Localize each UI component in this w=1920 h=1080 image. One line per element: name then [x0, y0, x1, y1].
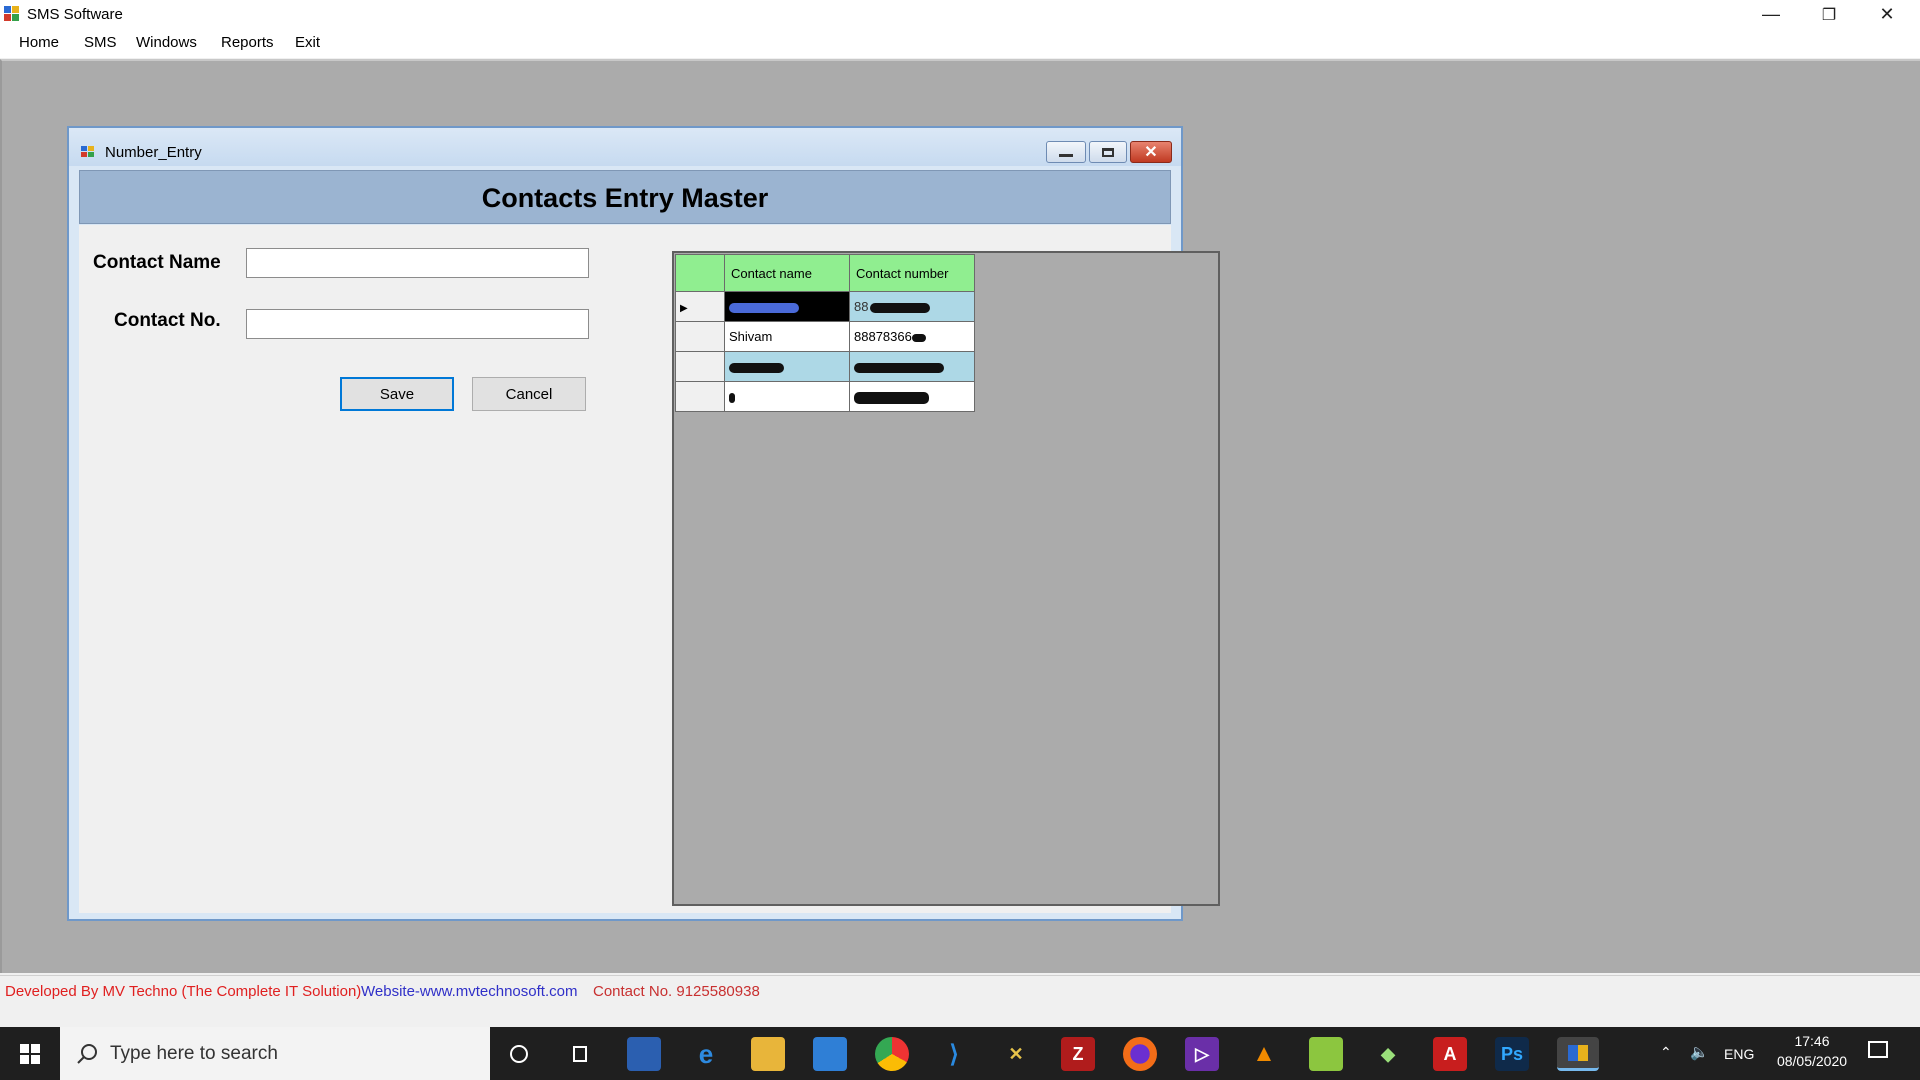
acrobat-icon[interactable]: A [1433, 1037, 1467, 1071]
number-entry-window: Number_Entry ✕ Contacts Entry Master Con… [67, 126, 1220, 921]
tools-icon[interactable]: ✕ [999, 1037, 1033, 1071]
taskbar: Type here to search e ⟩ ✕ Z ▷ ▲ ◆ A Ps ⌃… [0, 1027, 1920, 1080]
redacted-scribble [911, 333, 926, 342]
table-row[interactable] [675, 351, 975, 382]
chrome-icon[interactable] [875, 1037, 909, 1071]
window-title: SMS Software [27, 6, 123, 23]
row-header[interactable]: ▶ [675, 291, 725, 322]
developer-credit: Developed By MV Techno (The Complete IT … [5, 983, 362, 1000]
filezilla-icon[interactable]: Z [1061, 1037, 1095, 1071]
menu-windows[interactable]: Windows [136, 34, 197, 51]
notepadpp-icon[interactable] [1309, 1037, 1343, 1071]
menu-reports[interactable]: Reports [221, 34, 274, 51]
cell-contact-number[interactable] [849, 351, 975, 382]
mail-icon[interactable] [813, 1037, 847, 1071]
edge-icon[interactable]: e [689, 1037, 723, 1071]
visual-studio-icon[interactable]: ▷ [1185, 1037, 1219, 1071]
child-minimize-button[interactable] [1046, 141, 1086, 163]
store-icon[interactable] [627, 1037, 661, 1071]
table-row[interactable]: Shivam 88878366 [675, 321, 975, 352]
grid-corner-header [675, 254, 725, 292]
page-title: Contacts Entry Master [481, 182, 769, 213]
app-icon [4, 6, 20, 22]
restore-button[interactable]: ❐ [1800, 0, 1858, 29]
cell-contact-number[interactable]: 88878366 [849, 321, 975, 352]
cell-contact-name[interactable] [724, 381, 850, 412]
contact-name-label: Contact Name [93, 252, 221, 273]
cancel-button[interactable]: Cancel [472, 377, 586, 411]
redacted-scribble [870, 302, 931, 313]
task-view-icon[interactable] [563, 1037, 597, 1071]
save-button[interactable]: Save [340, 377, 454, 411]
menu-home[interactable]: Home [19, 34, 59, 51]
cell-contact-name[interactable] [724, 291, 850, 322]
row-header[interactable] [675, 381, 725, 412]
minimize-button[interactable]: — [1742, 0, 1800, 29]
cell-contact-number[interactable]: 88 [849, 291, 975, 322]
main-titlebar: SMS Software — ❐ ✕ [0, 0, 1920, 29]
cell-text: 88878366 [854, 329, 912, 344]
redacted-scribble [729, 302, 799, 313]
contacts-grid[interactable]: Contact name Contact number ▶ 88 Shivam … [672, 251, 1220, 906]
vlc-icon[interactable]: ▲ [1247, 1037, 1281, 1071]
contact-info: Contact No. 9125580938 [593, 983, 760, 1000]
cortana-icon[interactable] [502, 1037, 536, 1071]
cell-contact-name[interactable] [724, 351, 850, 382]
photoshop-icon[interactable]: Ps [1495, 1037, 1529, 1071]
cell-contact-number[interactable] [849, 381, 975, 412]
column-header-contact-name[interactable]: Contact name [724, 254, 850, 292]
child-window-icon [81, 146, 95, 158]
menu-bar: Home SMS Windows Reports Exit [0, 29, 1920, 58]
child-titlebar[interactable]: Number_Entry ✕ [69, 128, 1181, 166]
website-link[interactable]: Website-www.mvtechnosoft.com [361, 983, 577, 1000]
close-icon: ✕ [1144, 144, 1158, 161]
close-button[interactable]: ✕ [1858, 0, 1916, 29]
clock-time: 17:46 [1794, 1033, 1830, 1049]
contacts-table: Contact name Contact number ▶ 88 Shivam … [675, 254, 975, 412]
table-row[interactable]: ▶ 88 [675, 291, 975, 322]
search-icon [77, 1044, 97, 1064]
column-header-contact-number[interactable]: Contact number [849, 254, 975, 292]
redacted-scribble [854, 391, 929, 404]
child-restore-button[interactable] [1089, 141, 1127, 163]
form-body: Contact Name Contact No. Save Cancel Con… [79, 225, 1220, 913]
firefox-icon[interactable] [1123, 1037, 1157, 1071]
volume-icon[interactable]: 🔈 [1690, 1043, 1709, 1080]
cell-contact-name[interactable]: Shivam [724, 321, 850, 352]
language-indicator[interactable]: ENG [1724, 1046, 1754, 1080]
search-placeholder: Type here to search [110, 1043, 278, 1064]
tray-chevron-icon[interactable]: ⌃ [1660, 1044, 1672, 1080]
clock[interactable]: 17:46 08/05/2020 [1770, 1033, 1854, 1080]
app-icon[interactable]: ◆ [1371, 1037, 1405, 1071]
contact-no-input[interactable] [246, 309, 589, 339]
cell-text: Shivam [729, 329, 773, 344]
vscode-icon[interactable]: ⟩ [937, 1037, 971, 1071]
sms-app-icon[interactable] [1557, 1037, 1599, 1071]
table-row[interactable] [675, 381, 975, 412]
start-button[interactable] [0, 1027, 60, 1080]
redacted-scribble [729, 392, 735, 403]
contact-no-label: Contact No. [114, 310, 221, 331]
menu-sms[interactable]: SMS [84, 34, 117, 51]
minimize-icon [1059, 153, 1073, 157]
cell-text: 88 [854, 299, 869, 314]
child-close-button[interactable]: ✕ [1130, 141, 1172, 163]
contact-name-input[interactable] [246, 248, 589, 278]
notification-icon[interactable] [1868, 1041, 1888, 1080]
row-header[interactable] [675, 321, 725, 352]
windows-logo-icon [20, 1043, 40, 1064]
redacted-scribble [729, 362, 784, 373]
redacted-scribble [854, 362, 944, 373]
current-row-arrow-icon: ▶ [680, 303, 688, 314]
row-header[interactable] [675, 351, 725, 382]
header-panel: Contacts Entry Master [79, 170, 1171, 224]
clock-date: 08/05/2020 [1776, 1053, 1848, 1069]
child-window-title: Number_Entry [105, 144, 202, 161]
restore-icon [1102, 147, 1114, 157]
taskbar-search[interactable]: Type here to search [60, 1027, 490, 1080]
file-explorer-icon[interactable] [751, 1037, 785, 1071]
status-strip: Developed By MV Techno (The Complete IT … [0, 975, 1920, 1027]
menu-exit[interactable]: Exit [295, 34, 320, 51]
grid-header-row: Contact name Contact number [675, 254, 975, 292]
